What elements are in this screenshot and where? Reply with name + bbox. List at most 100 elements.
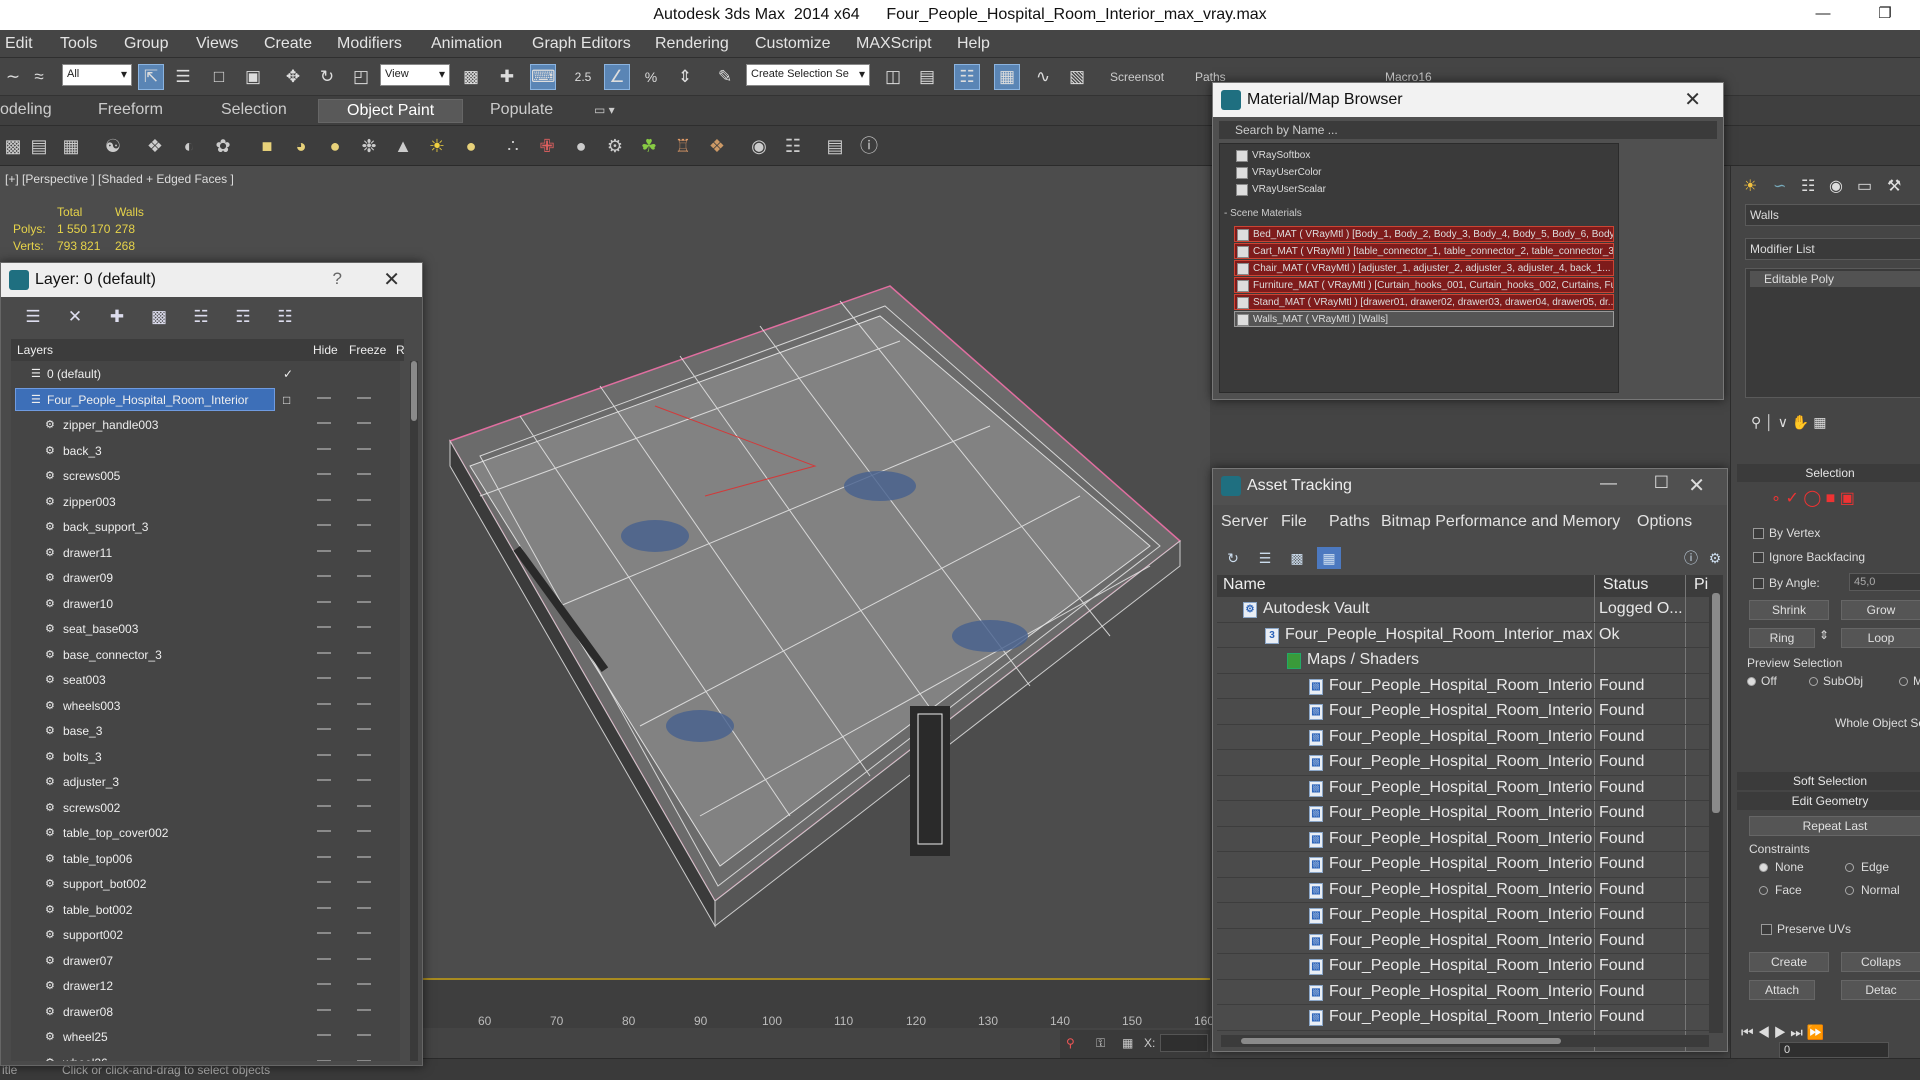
hide-toggle[interactable] [317,600,331,603]
attach-button[interactable]: Attach [1749,980,1815,1000]
add-selection-icon[interactable]: ▩ [147,305,171,329]
rect-selection-icon[interactable]: □ [206,64,232,90]
constraint-edge-radio[interactable] [1845,863,1854,872]
hide-toggle[interactable] [317,804,331,807]
script-icon[interactable]: ▤ [822,133,848,159]
hide-toggle[interactable] [317,651,331,654]
material-item[interactable]: Furniture_MAT ( VRayMtl ) [Curtain_hooks… [1234,277,1614,293]
menu-options[interactable]: Options [1637,513,1692,531]
material-browser-titlebar[interactable]: Material/Map Browser ✕ [1213,83,1723,117]
shell-icon[interactable]: ❖ [704,133,730,159]
asset-row[interactable]: ▧ Four_People_Hospital_Room_Interio... Fou… [1217,852,1717,878]
repeat-last-button[interactable]: Repeat Last [1749,816,1920,836]
delete-layer-icon[interactable]: ✕ [63,305,87,329]
subobject-icons[interactable]: ∘ ✓ ◯ ■ ▣ [1771,488,1855,508]
tab-modeling[interactable]: odeling [0,101,52,119]
layer-object-row[interactable]: ⚙ drawer07 [11,948,400,974]
soft-selection-rollout-header[interactable]: Soft Selection [1737,772,1920,790]
col-layers[interactable]: Layers [17,343,53,357]
layer-object-row[interactable]: ⚙ screws002 [11,795,400,821]
window-crossing-icon[interactable]: ▣ [240,64,266,90]
mirror-icon[interactable]: ◫ [880,64,906,90]
asset-row[interactable]: ▧ Four_People_Hospital_Room_Interio... Fou… [1217,750,1717,776]
hide-toggle[interactable] [317,1059,331,1061]
hide-toggle[interactable] [317,575,331,577]
freeze-toggle[interactable] [357,600,371,603]
layer-object-row[interactable]: ⚙ table_bot002 [11,897,400,923]
asset-row[interactable]: 3 Four_People_Hospital_Room_Interior_max.… [1217,623,1717,648]
freeze-toggle[interactable] [357,626,371,628]
material-item[interactable]: Stand_MAT ( VRayMtl ) [drawer01, drawer0… [1234,294,1614,310]
reference-coordinate-dropdown[interactable]: View [380,64,450,86]
x-coord-field[interactable] [1160,1034,1208,1052]
help-button[interactable]: ? [333,269,342,289]
layer-object-row[interactable]: ⚙ zipper_handle003 [11,412,400,438]
col-hide[interactable]: Hide [313,343,338,357]
menu-paths[interactable]: Paths [1329,513,1370,531]
gear-icon[interactable]: ⚙ [602,133,628,159]
paint-scatter-icon[interactable]: ✿ [210,133,236,159]
close-icon[interactable]: ✕ [1688,473,1705,498]
ignore-backfacing-checkbox[interactable] [1753,552,1764,563]
current-frame-field[interactable]: 0 [1779,1042,1889,1058]
preview-subobj-radio[interactable] [1809,677,1818,686]
col-status[interactable]: Status [1603,576,1648,594]
freeze-toggle[interactable] [357,1008,371,1011]
menu-tools[interactable]: Tools [60,35,97,53]
material-item[interactable]: Bed_MAT ( VRayMtl ) [Body_1, Body_2, Bod… [1234,226,1614,242]
yellow-sphere-icon[interactable]: ● [458,133,484,159]
menu-graph-editors[interactable]: Graph Editors [532,35,631,53]
layer-object-row[interactable]: ⚙ table_top006 [11,846,400,872]
screenshot-label[interactable]: Screensot [1110,70,1164,84]
pin-icon[interactable]: ⚲ [1066,1036,1075,1050]
hemisphere-icon[interactable]: ◕ [288,133,314,159]
select-by-name-icon[interactable]: ☰ [170,64,196,90]
options-icon[interactable]: ⚙ [1703,547,1727,569]
layer-object-row[interactable]: ⚙ wheel26 [11,1050,400,1061]
particles-icon[interactable]: ∴ [500,133,526,159]
select-objects-icon[interactable]: ☵ [189,305,213,329]
collapse-button[interactable]: Collaps [1841,952,1920,972]
layer-object-row[interactable]: ⚙ support002 [11,922,400,948]
col-path[interactable]: Pi [1694,576,1708,594]
paint-list-icon[interactable]: ▤ [26,133,52,159]
freeze-toggle[interactable] [357,753,371,756]
percent-snap-icon[interactable]: % [638,64,664,90]
layer-object-row[interactable]: ⚙ base_connector_3 [11,642,400,668]
tab-populate[interactable]: Populate [490,101,553,119]
absolute-mode-icon[interactable]: ▦ [1122,1036,1133,1050]
map-item[interactable]: VRayUserScalar [1234,182,1614,198]
layers-stack-icon[interactable]: ☰ [21,305,45,329]
asset-row[interactable]: ▧ Four_People_Hospital_Room_Interio... Fou… [1217,674,1717,699]
tab-selection[interactable]: Selection [221,101,287,119]
asset-row[interactable]: ▧ Four_People_Hospital_Room_Interio... Fou… [1217,954,1717,980]
unlink-icon[interactable]: ∼ [0,64,26,90]
freeze-toggle[interactable] [357,855,371,858]
hide-toggle[interactable] [317,932,331,934]
highlight-layer-icon[interactable]: ☶ [231,305,255,329]
paint-align-icon[interactable]: ◐ [176,133,202,159]
freeze-toggle[interactable] [357,702,371,705]
angle-snap-icon[interactable]: ∠ [604,64,630,90]
menu-create[interactable]: Create [264,35,312,53]
layer-object-row[interactable]: ⚙ zipper003 [11,489,400,515]
select-object-icon[interactable]: ⇱ [138,64,164,90]
menu-file[interactable]: File [1281,513,1307,531]
bind-spacewarp-icon[interactable]: ≈ [26,64,52,90]
create-tab-icon[interactable]: ☀ [1743,176,1757,196]
freeze-toggle[interactable] [357,932,371,934]
hair-icon[interactable]: ♖ [670,133,696,159]
material-list[interactable]: VRaySoftbox VRayUserColor VRayUserScalar… [1219,143,1619,393]
layer-object-row[interactable]: ⚙ base_3 [11,718,400,744]
scale-icon[interactable]: ◰ [348,64,374,90]
hide-toggle[interactable] [317,677,331,679]
menu-customize[interactable]: Customize [755,35,831,53]
loop-button[interactable]: Loop [1841,628,1920,648]
menu-bitmap-performance[interactable]: Bitmap Performance and Memory [1381,513,1620,531]
freeze-toggle[interactable] [357,983,371,985]
timeline-track[interactable]: 60 70 80 90 100 110 120 130 140 150 160 [420,978,1214,1028]
hide-toggle[interactable] [317,728,331,730]
menu-edit[interactable]: Edit [5,35,33,53]
sphere-icon[interactable]: ● [322,133,348,159]
layer-object-row[interactable]: ⚙ wheels003 [11,693,400,719]
